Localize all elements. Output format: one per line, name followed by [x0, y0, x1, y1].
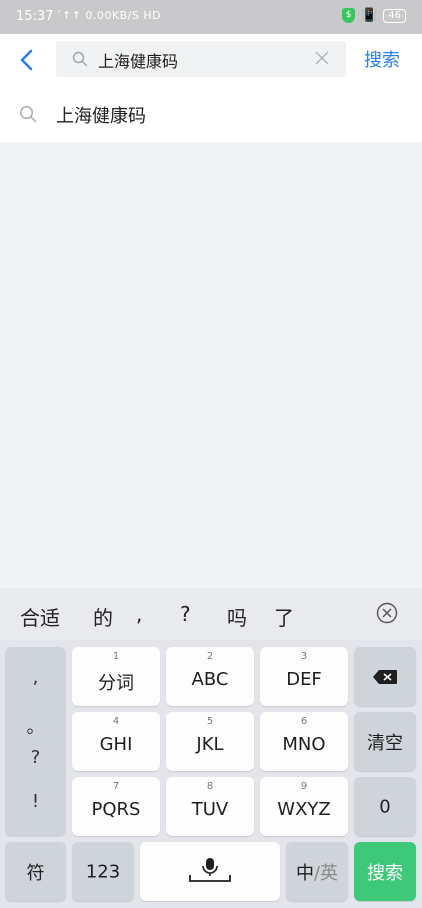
search-header: 搜索: [0, 34, 422, 86]
key-number: 4: [112, 716, 120, 727]
space-key[interactable]: [140, 842, 280, 901]
key-8-tuv[interactable]: 8 TUV: [166, 777, 254, 836]
search-box: [56, 41, 346, 79]
key-number: 5: [206, 716, 214, 727]
key-1-fenci[interactable]: 1 分词: [72, 647, 160, 706]
key-number: 7: [112, 781, 120, 792]
clear-icon[interactable]: [314, 50, 330, 66]
key-9-wxyz[interactable]: 9 WXYZ: [260, 777, 348, 836]
back-arrow-icon[interactable]: [16, 46, 38, 74]
status-icons: $ 📳 46: [342, 8, 406, 23]
key-label: PQRS: [91, 799, 141, 820]
candidate[interactable]: 吗: [227, 602, 247, 631]
key-label: 搜索: [367, 862, 403, 884]
key-label: DEF: [286, 669, 322, 690]
key-number: 9: [300, 781, 308, 792]
key-number: 3: [300, 651, 308, 662]
status-time: 15:37: [16, 9, 54, 24]
network-indicator: ´↑↑ 0.00KB/S HD: [56, 9, 162, 22]
vibrate-icon: 📳: [361, 8, 378, 23]
t9-keyboard: , 。 ? ! 1 分词 2 ABC 3 DEF 4 GHI 5 JKL 6 M…: [0, 640, 422, 908]
key-label: 中/英: [286, 859, 348, 885]
status-bar: 15:37 ´↑↑ 0.00KB/S HD $ 📳 46: [0, 0, 422, 34]
key-label: GHI: [99, 734, 133, 755]
key-label: 分词: [98, 673, 134, 694]
punct-exclaim-key[interactable]: !: [5, 791, 66, 812]
punct-period-key[interactable]: 。: [5, 713, 66, 739]
search-button[interactable]: 搜索: [364, 46, 400, 72]
key-label: WXYZ: [277, 799, 331, 820]
candidate[interactable]: 的: [93, 602, 113, 631]
key-number: 2: [206, 651, 214, 662]
suggestion-text: 上海健康码: [56, 106, 146, 127]
key-3-def[interactable]: 3 DEF: [260, 647, 348, 706]
key-label: JKL: [196, 734, 224, 755]
language-switch-key[interactable]: 中/英: [286, 842, 348, 901]
key-label: MNO: [282, 734, 326, 755]
numeric-key[interactable]: 123: [72, 842, 134, 901]
symbol-key[interactable]: 符: [5, 842, 66, 901]
keyboard-search-key[interactable]: 搜索: [354, 842, 416, 901]
backspace-icon: [373, 670, 397, 684]
key-number: 8: [206, 781, 214, 792]
punct-question-key[interactable]: ?: [5, 747, 66, 768]
candidate[interactable]: 了: [274, 602, 294, 631]
ime-candidate-bar: 合适 的 , ? 吗 了: [0, 588, 422, 640]
key-label: 清空: [367, 732, 403, 754]
shield-icon: $: [342, 8, 356, 23]
search-icon: [19, 105, 37, 123]
microphone-icon: [189, 858, 231, 882]
lang-en: 英: [320, 862, 339, 884]
key-label: 0: [379, 796, 391, 817]
punctuation-column: , 。 ? !: [5, 647, 66, 837]
key-label: ABC: [191, 669, 229, 690]
key-4-ghi[interactable]: 4 GHI: [72, 712, 160, 771]
clear-key[interactable]: 清空: [354, 712, 416, 771]
key-number: 1: [112, 651, 120, 662]
zero-key[interactable]: 0: [354, 777, 416, 836]
candidate[interactable]: ,: [136, 602, 142, 626]
key-label: 123: [85, 861, 121, 882]
candidate[interactable]: 合适: [20, 602, 60, 631]
key-label: TUV: [191, 799, 229, 820]
key-5-jkl[interactable]: 5 JKL: [166, 712, 254, 771]
candidate[interactable]: ?: [180, 602, 191, 626]
key-7-pqrs[interactable]: 7 PQRS: [72, 777, 160, 836]
lang-zh: 中: [295, 862, 314, 884]
key-label: 符: [26, 862, 45, 884]
key-2-abc[interactable]: 2 ABC: [166, 647, 254, 706]
battery-icon: 46: [383, 8, 406, 23]
search-input[interactable]: [96, 41, 310, 79]
search-icon: [72, 51, 88, 67]
key-6-mno[interactable]: 6 MNO: [260, 712, 348, 771]
key-number: 6: [300, 716, 308, 727]
backspace-key[interactable]: [354, 647, 416, 706]
punct-comma-key[interactable]: ,: [5, 667, 66, 688]
collapse-candidates-icon[interactable]: [376, 602, 398, 624]
suggestion-item[interactable]: 上海健康码: [0, 86, 422, 142]
